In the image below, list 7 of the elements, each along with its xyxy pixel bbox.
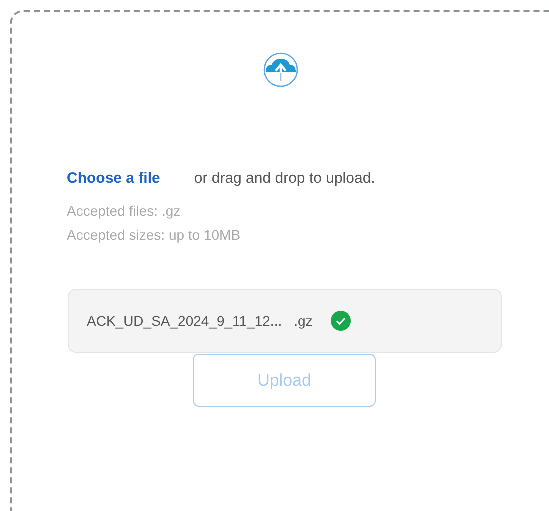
choose-file-link[interactable]: Choose a file [67, 170, 160, 187]
accepted-files-text: Accepted files: .gz [67, 202, 181, 221]
cloud-upload-icon [263, 52, 299, 88]
file-name: ACK_UD_SA_2024_9_11_12... [87, 313, 282, 329]
upload-instructions: Choose a file or drag and drop to upload. [67, 169, 376, 189]
accepted-sizes-text: Accepted sizes: up to 10MB [67, 226, 241, 245]
file-extension: .gz [294, 313, 313, 329]
